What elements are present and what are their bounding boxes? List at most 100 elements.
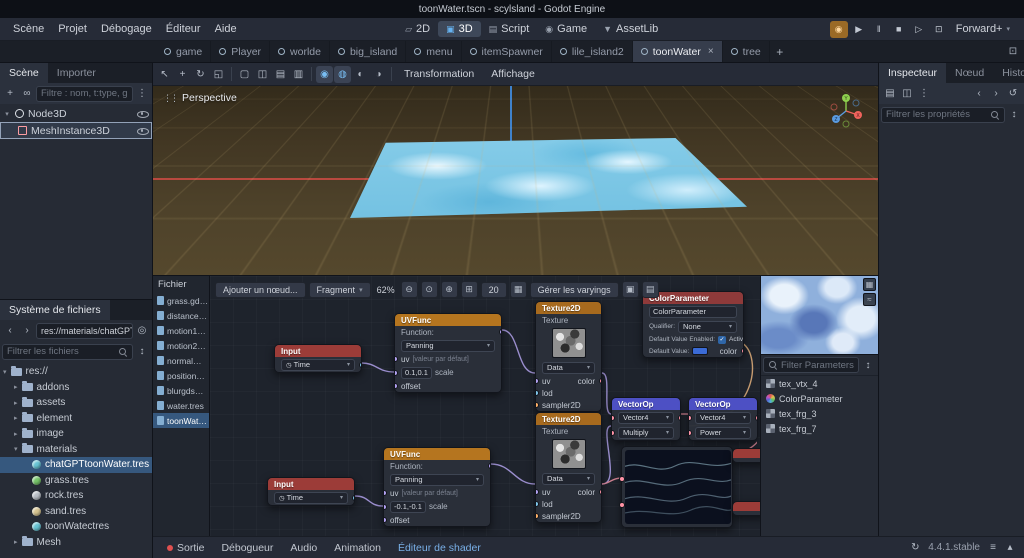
collapse-arrow-icon[interactable]: ▸ <box>14 538 18 546</box>
scale-tool-button[interactable]: ◱ <box>210 66 227 83</box>
texture-source-dropdown[interactable]: Data▾ <box>542 362 595 374</box>
input-port[interactable] <box>395 356 398 362</box>
input-type-dropdown[interactable]: ◷Time▾ <box>274 492 348 504</box>
shader-node-input-time-1[interactable]: Input ◷Time▾ <box>274 344 362 373</box>
select-tool-button[interactable]: ↖ <box>156 66 173 83</box>
node-header[interactable] <box>733 449 760 458</box>
history-forward-button[interactable]: › <box>19 323 35 339</box>
scene-tab-lile-island2[interactable]: lile_island2 <box>552 41 633 62</box>
scale-value-field[interactable]: 0.1,0.1 <box>401 367 432 379</box>
function-dropdown[interactable]: Panning▾ <box>401 340 495 352</box>
filesystem-filter[interactable] <box>2 344 133 360</box>
input-port[interactable] <box>536 402 539 408</box>
preview-environment-toggle[interactable]: ◑ <box>370 66 387 83</box>
color-swatch[interactable] <box>692 347 708 355</box>
texture-thumbnail[interactable] <box>552 439 586 469</box>
history-forward-button[interactable]: › <box>988 86 1004 102</box>
tree-row-meshinstance3d[interactable]: MeshInstance3D <box>0 122 152 139</box>
view-axes-gizmo[interactable]: Y X Z <box>826 90 866 130</box>
local-space-toggle[interactable]: ◉ <box>316 66 333 83</box>
tree-row-node3d[interactable]: ▾ Node3D <box>0 105 152 122</box>
add-shader-node-button[interactable]: Ajouter un nœud... <box>215 282 306 298</box>
perspective-menu[interactable]: ⋮⋮ Perspective <box>163 92 237 104</box>
input-port[interactable] <box>612 415 615 421</box>
node-header[interactable]: VectorOp <box>612 398 680 410</box>
view-menu[interactable]: Affichage <box>483 66 543 82</box>
input-port[interactable] <box>384 490 387 496</box>
fs-row-addons[interactable]: ▸addons <box>0 380 152 396</box>
node-header[interactable]: Texture2D <box>536 302 601 314</box>
tab-node[interactable]: Nœud <box>946 63 993 83</box>
copy-buffer-button[interactable]: ▤ <box>642 281 659 298</box>
group-button[interactable]: ▥ <box>290 66 307 83</box>
input-port[interactable] <box>536 513 539 519</box>
pause-button[interactable]: ‖ <box>870 21 888 38</box>
manage-varyings-button[interactable]: Gérer les varyings <box>530 282 619 298</box>
shader-graph-canvas[interactable]: Ajouter un nœud... Fragment▾ 62% ⊖ ⊙ ⊕ ⊞… <box>210 276 760 536</box>
scale-value-field[interactable]: -0.1,-0.1 <box>390 501 426 513</box>
animation-button[interactable]: Animation <box>326 540 389 556</box>
inspector-filter-input[interactable] <box>886 109 987 120</box>
node-header[interactable] <box>733 502 760 511</box>
shader-file-item[interactable]: normal… <box>153 353 209 368</box>
collapse-arrow-icon[interactable]: ▸ <box>14 414 18 422</box>
output-port[interactable] <box>755 415 758 421</box>
output-port[interactable] <box>488 463 491 469</box>
stop-button[interactable]: ■ <box>890 21 908 38</box>
audio-button[interactable]: Audio <box>282 540 325 556</box>
collapse-arrow-icon[interactable]: ▾ <box>3 110 11 118</box>
shader-node-output-preview[interactable] <box>621 446 733 528</box>
filesystem-filter-input[interactable] <box>7 346 115 357</box>
instance-scene-button[interactable]: ∞ <box>19 86 35 102</box>
qualifier-dropdown[interactable]: None▾ <box>678 321 737 333</box>
function-dropdown[interactable]: Panning▾ <box>390 474 484 486</box>
fs-row-toonwater[interactable]: toonWatectres <box>0 519 152 535</box>
preview-grid-button[interactable]: ▦ <box>863 278 876 291</box>
fs-row-rock[interactable]: rock.tres <box>0 488 152 504</box>
focus-file-button[interactable]: ◎ <box>134 323 150 339</box>
viewport-3d[interactable]: ⋮⋮ Perspective Y X Z <box>153 86 878 275</box>
operator-dropdown[interactable]: Power▾ <box>695 427 751 439</box>
shader-file-item[interactable]: grass.gd… <box>153 293 209 308</box>
noise-texture-preview[interactable]: ▦ ≈ <box>761 276 878 355</box>
input-port[interactable] <box>689 415 692 421</box>
unlock-button[interactable]: ▤ <box>272 66 289 83</box>
fs-row-element[interactable]: ▸element <box>0 411 152 427</box>
scene-filter-input[interactable] <box>41 88 128 99</box>
update-spinner-icon[interactable]: ↻ <box>907 540 923 556</box>
fs-row-sand[interactable]: sand.tres <box>0 504 152 520</box>
shader-file-item[interactable]: water.tres <box>153 398 209 413</box>
fs-row-image[interactable]: ▸image <box>0 426 152 442</box>
output-port[interactable] <box>499 329 502 335</box>
node-header[interactable]: Input <box>275 345 361 357</box>
shader-node-clipped-2[interactable] <box>732 501 760 516</box>
shader-node-uvfunc-2[interactable]: UVFunc Function: Panning▾ uv[valeur par … <box>383 447 491 527</box>
fs-row-grass[interactable]: grass.tres <box>0 473 152 489</box>
menu-project[interactable]: Projet <box>51 21 94 37</box>
shader-node-vectorop-multiply[interactable]: VectorOp Vector4▾ Multiply▾ <box>611 397 681 441</box>
param-item-colorparameter[interactable]: ColorParameter <box>761 391 878 406</box>
zoom-in-button[interactable]: ⊕ <box>441 281 458 298</box>
move-tool-button[interactable]: + <box>174 66 191 83</box>
shader-node-uvfunc-1[interactable]: UVFunc Function: Panning▾ uv[valeur par … <box>394 313 502 393</box>
input-port[interactable] <box>536 378 539 384</box>
scene-tab-menu[interactable]: menu <box>406 41 461 62</box>
edit-history-button[interactable]: ↺ <box>1005 86 1021 102</box>
distraction-free-button[interactable]: ⊡ <box>1002 41 1024 62</box>
shader-code-preview-button[interactable]: ▣ <box>622 281 639 298</box>
zoom-out-button[interactable]: ⊖ <box>401 281 418 298</box>
operator-dropdown[interactable]: Multiply▾ <box>618 427 674 439</box>
shader-file-menu[interactable]: Fichier <box>153 276 209 293</box>
shader-stage-dropdown[interactable]: Fragment▾ <box>309 282 371 298</box>
pin-bottom-panel-button[interactable]: ≡ <box>985 540 1001 556</box>
rotate-tool-button[interactable]: ↻ <box>192 66 209 83</box>
output-port[interactable] <box>599 378 602 384</box>
select-box-button[interactable]: ▢ <box>236 66 253 83</box>
node-header[interactable]: UVFunc <box>395 314 501 326</box>
collapse-arrow-icon[interactable]: ▸ <box>14 399 18 407</box>
new-resource-button[interactable]: ▤ <box>882 86 898 102</box>
shader-editor-button[interactable]: Éditeur de shader <box>390 540 489 556</box>
params-filter[interactable] <box>763 357 859 373</box>
output-port[interactable] <box>741 348 744 354</box>
input-port[interactable] <box>619 502 625 508</box>
